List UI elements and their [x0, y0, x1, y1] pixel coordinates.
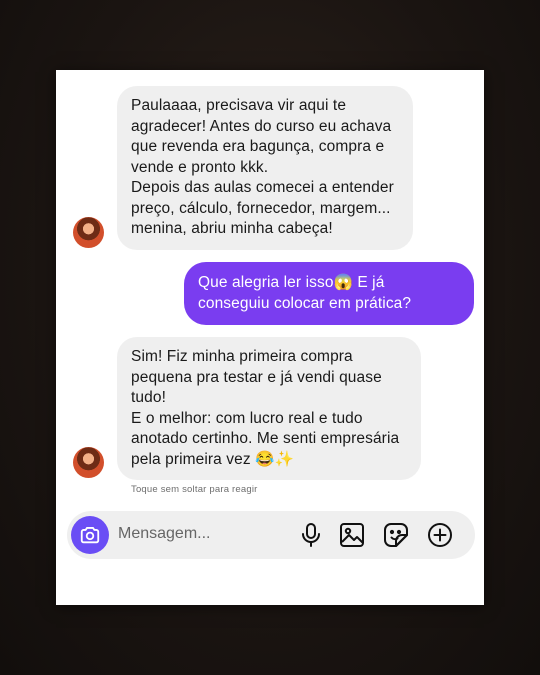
gallery-icon[interactable] — [338, 521, 366, 549]
message-text: Paulaaaa, precisava vir aqui te agradece… — [131, 97, 392, 176]
message-composer: Mensagem... — [67, 511, 475, 559]
incoming-message-bubble[interactable]: Sim! Fiz minha primeira compra pequena p… — [117, 337, 421, 480]
microphone-icon[interactable] — [297, 521, 325, 549]
sticker-icon[interactable] — [382, 521, 410, 549]
camera-button[interactable] — [71, 516, 109, 554]
plus-icon[interactable] — [426, 521, 454, 549]
message-text: Sim! Fiz minha primeira compra pequena p… — [131, 348, 382, 406]
outgoing-message-bubble[interactable]: Que alegria ler isso😱 E já conseguiu col… — [184, 262, 474, 325]
camera-icon — [80, 527, 100, 544]
incoming-message-bubble[interactable]: Paulaaaa, precisava vir aqui te agradece… — [117, 86, 413, 250]
contact-avatar[interactable] — [73, 217, 104, 248]
message-input[interactable]: Mensagem... — [118, 525, 210, 543]
reaction-hint: Toque sem soltar para reagir — [131, 484, 258, 495]
contact-avatar[interactable] — [73, 447, 104, 478]
message-text: Que alegria ler isso😱 E já conseguiu col… — [198, 274, 412, 312]
message-text: Depois das aulas comecei a entender preç… — [131, 179, 394, 237]
message-text: E o melhor: com lucro real e tudo anotad… — [131, 409, 400, 468]
